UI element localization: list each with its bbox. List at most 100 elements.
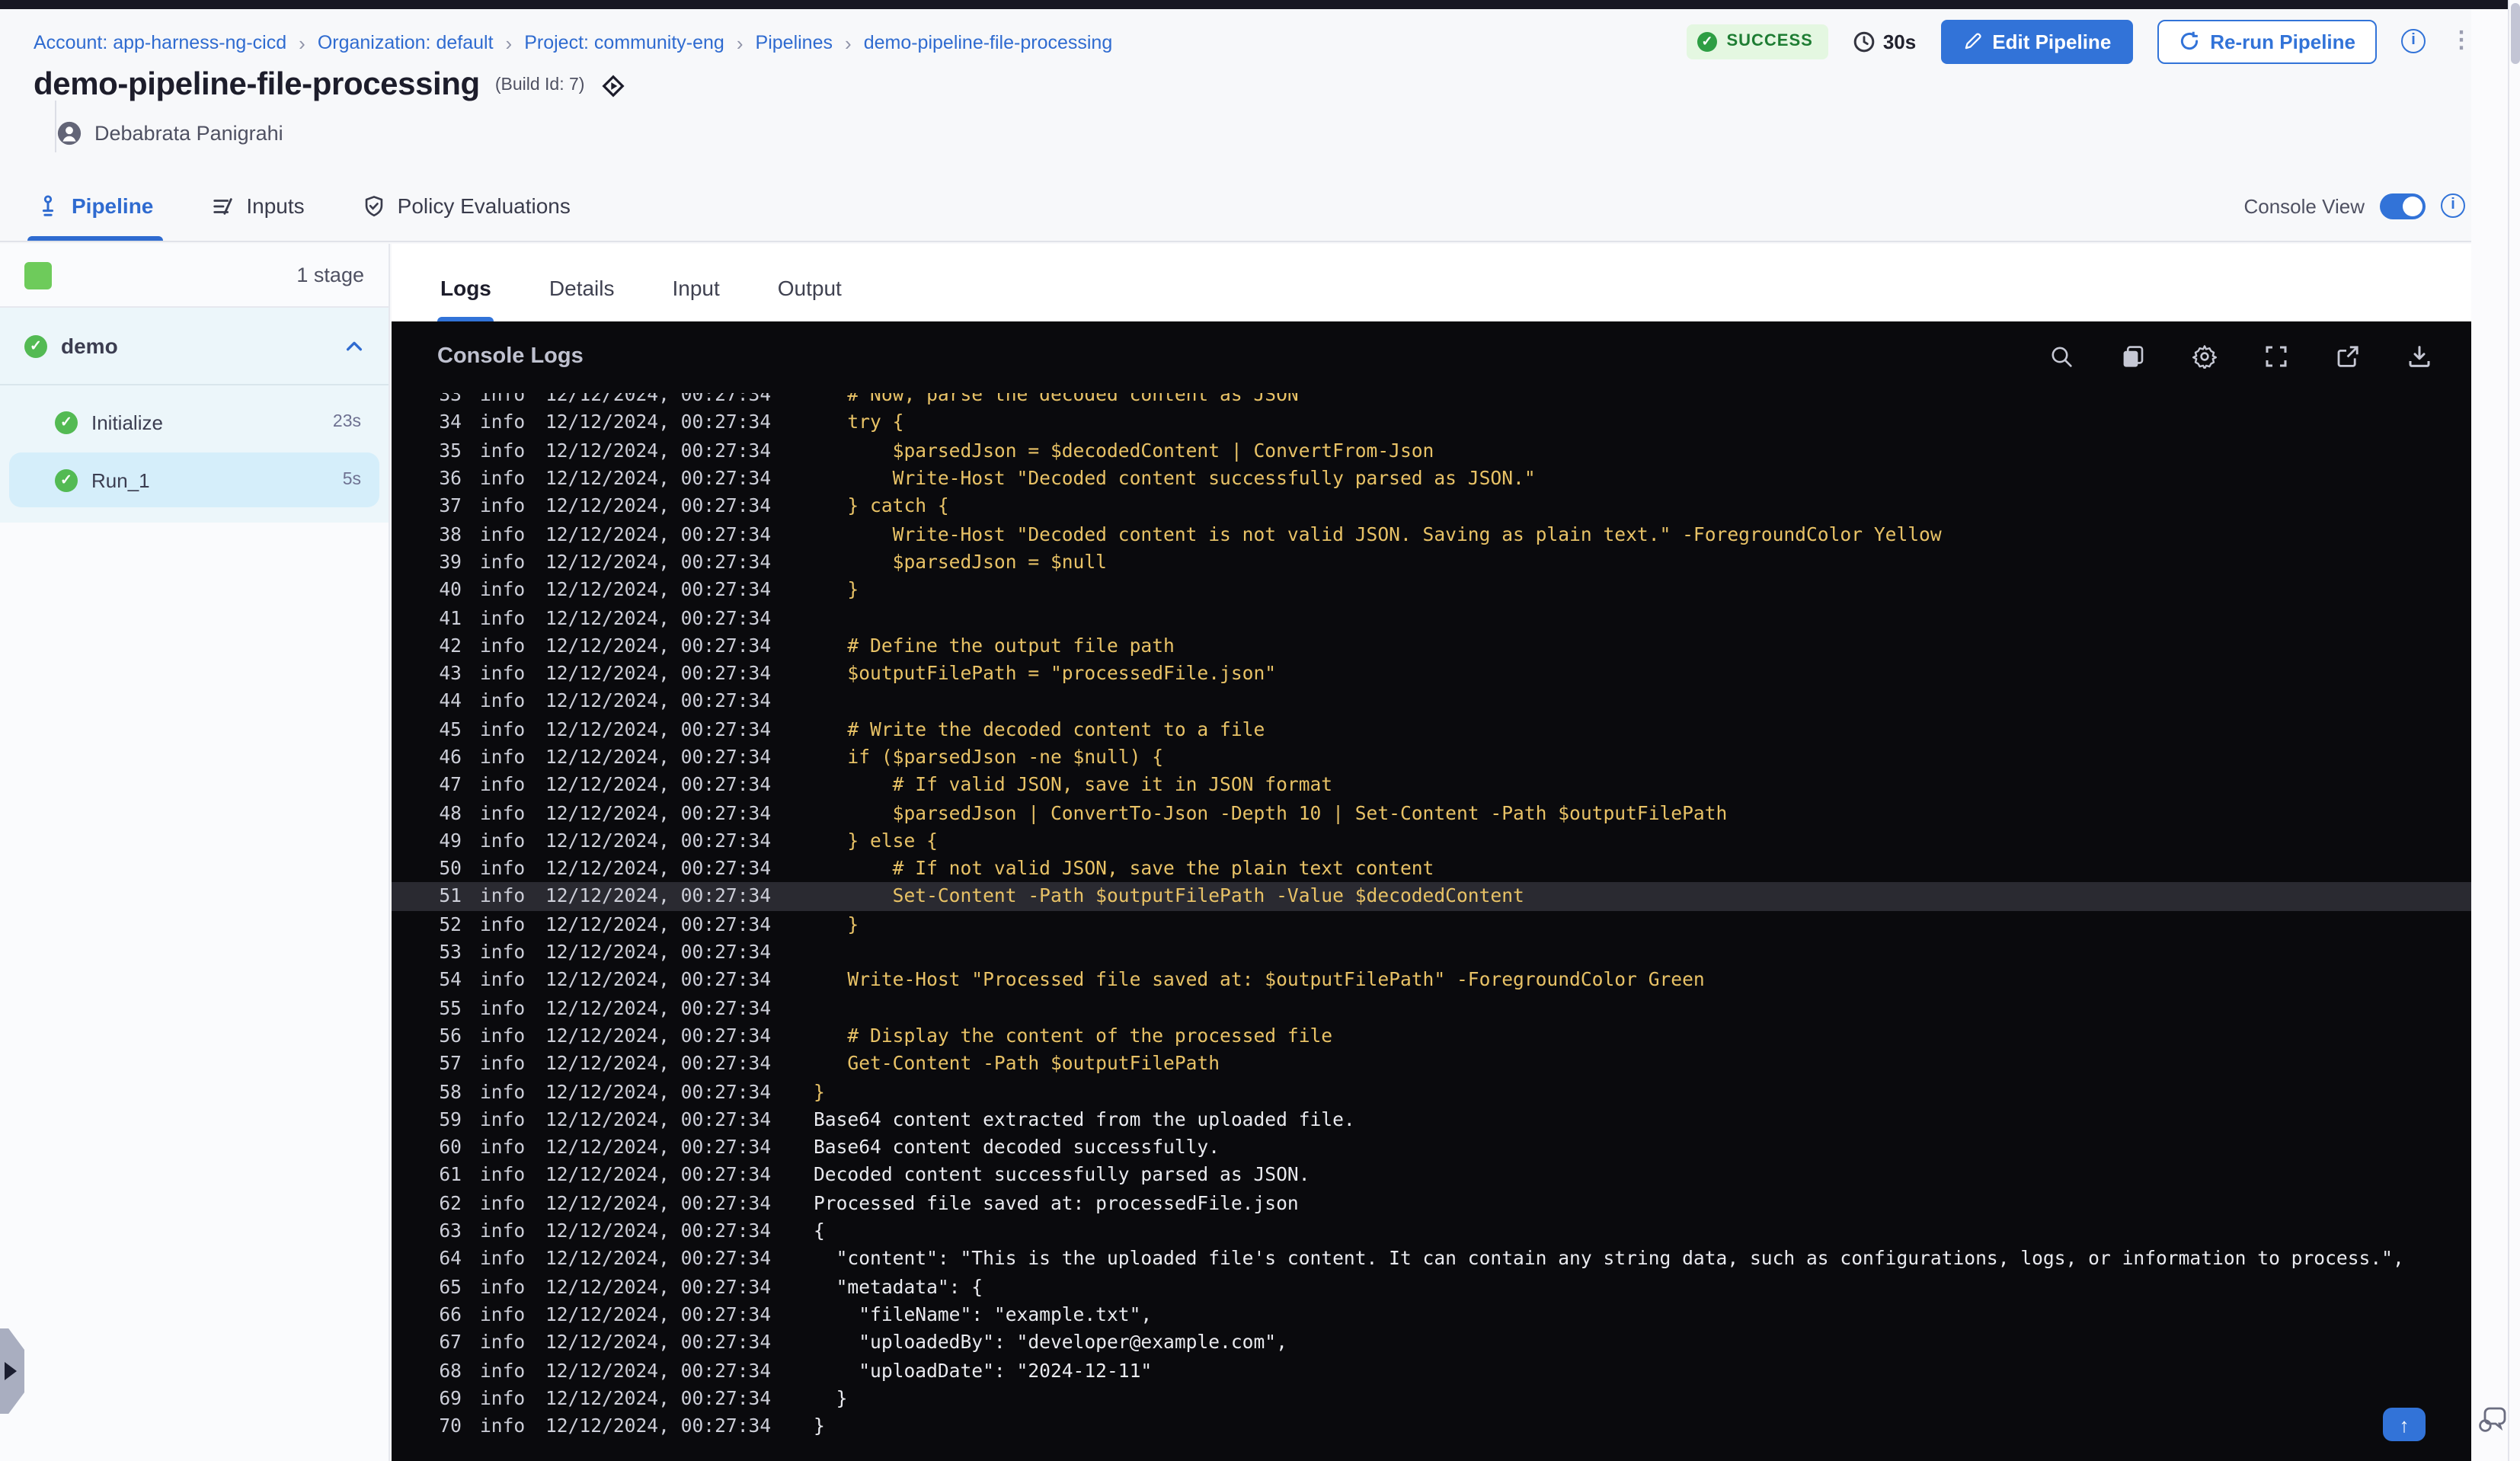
rerun-pipeline-button[interactable]: Re-run Pipeline [2157,19,2377,63]
play-triangle-icon [5,1362,17,1380]
log-line-number: 43 [439,663,462,685]
copy-icon[interactable] [2119,343,2145,369]
settings-icon[interactable] [2191,343,2217,369]
log-line-49: 49 info 12/12/2024, 00:27:34 } else { [392,827,2471,855]
status-check-icon: ✓ [1697,31,1718,51]
step-success-icon: ✓ [55,468,78,491]
breadcrumb-item[interactable]: Organization: default [318,32,494,53]
log-line-60: 60 info 12/12/2024, 00:27:34 Base64 content… [392,1133,2471,1162]
step-row-run_1[interactable]: ✓ Run_1 5s [9,452,379,507]
log-line-number: 54 [439,969,462,991]
breadcrumb-item[interactable]: Project: community-eng [524,32,724,53]
rerun-pipeline-label: Re-run Pipeline [2210,30,2355,53]
log-line-number: 48 [439,802,462,824]
log-line-67: 67 info 12/12/2024, 00:27:34 "uploadedBy":… [392,1328,2471,1357]
info-icon[interactable]: i [2401,29,2426,53]
log-level: info [480,1276,526,1298]
log-level: info [480,579,526,601]
chevron-up-icon[interactable] [344,336,364,356]
breadcrumb-item[interactable]: Account: app-harness-ng-cicd [34,32,286,53]
log-timestamp: 12/12/2024, 00:27:34 [545,1220,772,1242]
log-level: info [480,411,526,433]
log-line-53: 53 info 12/12/2024, 00:27:34 [392,938,2471,967]
console-view-info-icon[interactable]: i [2441,193,2465,218]
log-line-50: 50 info 12/12/2024, 00:27:34 # If not vali… [392,855,2471,883]
breadcrumb-item[interactable]: Pipelines [756,32,833,53]
log-timestamp: 12/12/2024, 00:27:34 [545,1415,772,1437]
log-message: "content": "This is the uploaded file's … [814,1248,2404,1270]
log-level: info [480,1025,526,1047]
log-timestamp: 12/12/2024, 00:27:34 [545,495,772,517]
log-timestamp: 12/12/2024, 00:27:34 [545,1360,772,1382]
log-timestamp: 12/12/2024, 00:27:34 [545,468,772,490]
log-line-number: 35 [439,440,462,462]
log-level: info [480,1164,526,1186]
edit-pipeline-button[interactable]: Edit Pipeline [1940,19,2133,63]
log-line-number: 70 [439,1415,462,1437]
log-level: info [480,393,526,406]
step-row-initialize[interactable]: ✓ Initialize 23s [9,395,379,449]
fullscreen-icon[interactable] [2263,343,2288,369]
scroll-to-top-button[interactable]: ↑ [2383,1408,2426,1441]
chat-bubbles-icon[interactable] [2476,1403,2509,1437]
log-tab-details[interactable]: Details [546,257,618,321]
log-line-number: 42 [439,635,462,657]
log-level: info [480,495,526,517]
download-icon[interactable] [2406,343,2432,369]
log-timestamp: 12/12/2024, 00:27:34 [545,411,772,433]
log-message: } [814,913,859,935]
stage-row-demo[interactable]: ✓ demo [0,308,389,384]
search-icon[interactable] [2048,343,2074,369]
log-line-66: 66 info 12/12/2024, 00:27:34 "fileName": "… [392,1301,2471,1329]
log-line-54: 54 info 12/12/2024, 00:27:34 Write-Host "P… [392,966,2471,994]
console-view-toggle[interactable] [2380,193,2426,219]
log-timestamp: 12/12/2024, 00:27:34 [545,690,772,712]
log-level: info [480,858,526,880]
tab-inputs[interactable]: Inputs [211,171,305,241]
log-line-39: 39 info 12/12/2024, 00:27:34 $parsedJson =… [392,548,2471,577]
log-message: # Now, parse the decoded content as JSON [814,393,1299,406]
tab-policy-evaluations[interactable]: Policy Evaluations [363,171,571,241]
log-line-40: 40 info 12/12/2024, 00:27:34 } [392,576,2471,604]
log-level: info [480,468,526,490]
log-line-number: 56 [439,1025,462,1047]
log-line-number: 39 [439,551,462,573]
console-title: Console Logs [437,344,584,368]
log-timestamp: 12/12/2024, 00:27:34 [545,1137,772,1159]
tab-pipeline[interactable]: Pipeline [27,171,162,241]
log-line-number: 57 [439,1053,462,1075]
log-message: # Define the output file path [814,635,1175,657]
breadcrumb-item[interactable]: demo-pipeline-file-processing [864,32,1113,53]
log-message: if ($parsedJson -ne $null) { [814,746,1164,768]
log-tab-input[interactable]: Input [670,257,723,321]
log-line-number: 45 [439,718,462,740]
log-timestamp: 12/12/2024, 00:27:34 [545,718,772,740]
log-tab-output[interactable]: Output [775,257,845,321]
log-level: info [480,1081,526,1103]
log-line-41: 41 info 12/12/2024, 00:27:34 [392,604,2471,632]
log-line-number: 64 [439,1248,462,1270]
log-timestamp: 12/12/2024, 00:27:34 [545,1164,772,1186]
log-level: info [480,997,526,1019]
more-menu-icon[interactable]: ⋮ [2450,29,2473,52]
scrollbar-thumb[interactable] [2511,3,2520,64]
log-scroll-area[interactable]: 33 info 12/12/2024, 00:27:34 # Now, parse … [392,393,2471,1461]
log-level: info [480,551,526,573]
build-diamond-icon [600,72,625,98]
log-line-number: 68 [439,1360,462,1382]
log-message: Write-Host "Decoded content is not valid… [814,523,1942,545]
log-line-number: 62 [439,1192,462,1214]
log-line-55: 55 info 12/12/2024, 00:27:34 [392,994,2471,1022]
log-tab-logs[interactable]: Logs [437,257,495,321]
log-level: info [480,802,526,824]
log-line-number: 33 [439,393,462,406]
log-timestamp: 12/12/2024, 00:27:34 [545,858,772,880]
page-scrollbar[interactable] [2508,0,2520,1461]
open-in-new-icon[interactable] [2334,343,2360,369]
log-timestamp: 12/12/2024, 00:27:34 [545,746,772,768]
log-timestamp: 12/12/2024, 00:27:34 [545,885,772,907]
avatar [56,120,82,146]
log-line-number: 69 [439,1387,462,1409]
log-line-34: 34 info 12/12/2024, 00:27:34 try { [392,409,2471,437]
log-line-59: 59 info 12/12/2024, 00:27:34 Base64 content… [392,1105,2471,1133]
